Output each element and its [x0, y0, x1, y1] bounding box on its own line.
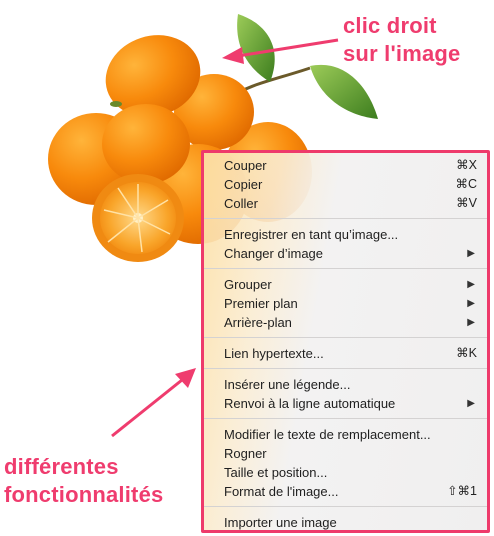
menu-item-changer-d-image[interactable]: Changer d’image ▶ — [204, 244, 487, 263]
menu-separator — [204, 337, 487, 338]
menu-item-label: Modifier le texte de remplacement... — [224, 427, 431, 442]
menu-item-label: Importer une image — [224, 515, 337, 530]
menu-item-lien-hypertexte[interactable]: Lien hypertexte... ⌘K — [204, 344, 487, 363]
submenu-arrow-icon: ▶ — [467, 248, 475, 259]
menu-separator — [204, 418, 487, 419]
features-text: différentes fonctionnalités — [4, 454, 164, 507]
menu-item-inserer-une-legende[interactable]: Insérer une légende... — [204, 375, 487, 394]
menu-item-shortcut: ⇧⌘1 — [447, 484, 477, 498]
menu-item-label: Changer d’image — [224, 246, 324, 261]
menu-separator — [204, 218, 487, 219]
menu-item-label: Copier — [224, 177, 263, 192]
menu-item-arriere-plan[interactable]: Arrière-plan ▶ — [204, 313, 487, 332]
context-menu-list: Couper ⌘X Copier ⌘C Coller ⌘V Enregistrer en t… — [204, 156, 487, 532]
arrow-head-menu — [175, 368, 196, 388]
menu-item-grouper[interactable]: Grouper ▶ — [204, 275, 487, 294]
menu-item-label: Insérer une légende... — [224, 377, 351, 392]
menu-item-modifier-le-texte-de-remplacement[interactable]: Modifier le texte de remplacement... — [204, 425, 487, 444]
submenu-arrow-icon: ▶ — [467, 279, 475, 290]
menu-separator — [204, 368, 487, 369]
menu-item-renvoi-a-la-ligne-automatique[interactable]: Renvoi à la ligne automatique ▶ — [204, 394, 487, 413]
right-click-annotation: clic droit sur l'image — [343, 12, 493, 68]
menu-item-shortcut: ⌘C — [455, 177, 477, 191]
menu-item-label: Couper — [224, 158, 267, 173]
menu-item-rogner[interactable]: Rogner — [204, 444, 487, 463]
menu-separator — [204, 506, 487, 507]
menu-item-label: Coller — [224, 196, 258, 211]
menu-item-label: Grouper — [224, 277, 272, 292]
right-click-text: clic droit sur l'image — [343, 13, 461, 66]
menu-separator — [204, 268, 487, 269]
arrow-to-menu — [111, 378, 183, 438]
menu-item-shortcut: ⌘K — [456, 346, 477, 360]
menu-item-label: Taille et position... — [224, 465, 328, 480]
menu-item-label: Arrière-plan — [224, 315, 292, 330]
menu-item-couper[interactable]: Couper ⌘X — [204, 156, 487, 175]
menu-item-shortcut: ⌘V — [456, 196, 477, 210]
menu-item-format-de-l-image[interactable]: Format de l'image... ⇧⌘1 — [204, 482, 487, 501]
submenu-arrow-icon: ▶ — [467, 317, 475, 328]
features-annotation: différentes fonctionnalités — [4, 453, 204, 509]
submenu-arrow-icon: ▶ — [467, 298, 475, 309]
submenu-arrow-icon: ▶ — [467, 398, 475, 409]
menu-item-label: Enregistrer en tant qu’image... — [224, 227, 399, 242]
context-menu: Couper ⌘X Copier ⌘C Coller ⌘V Enregistrer en t… — [201, 150, 490, 533]
menu-item-label: Premier plan — [224, 296, 298, 311]
menu-item-shortcut: ⌘X — [456, 158, 477, 172]
menu-item-label: Renvoi à la ligne automatique — [224, 396, 396, 411]
menu-item-label: Format de l'image... — [224, 484, 339, 499]
menu-item-coller[interactable]: Coller ⌘V — [204, 194, 487, 213]
menu-item-copier[interactable]: Copier ⌘C — [204, 175, 487, 194]
menu-item-enregistrer-en-tant-qu-image[interactable]: Enregistrer en tant qu’image... — [204, 225, 487, 244]
menu-item-importer-une-image[interactable]: Importer une image — [204, 513, 487, 532]
menu-item-label: Lien hypertexte... — [224, 346, 324, 361]
menu-item-premier-plan[interactable]: Premier plan ▶ — [204, 294, 487, 313]
menu-item-label: Rogner — [224, 446, 267, 461]
menu-item-taille-et-position[interactable]: Taille et position... — [204, 463, 487, 482]
